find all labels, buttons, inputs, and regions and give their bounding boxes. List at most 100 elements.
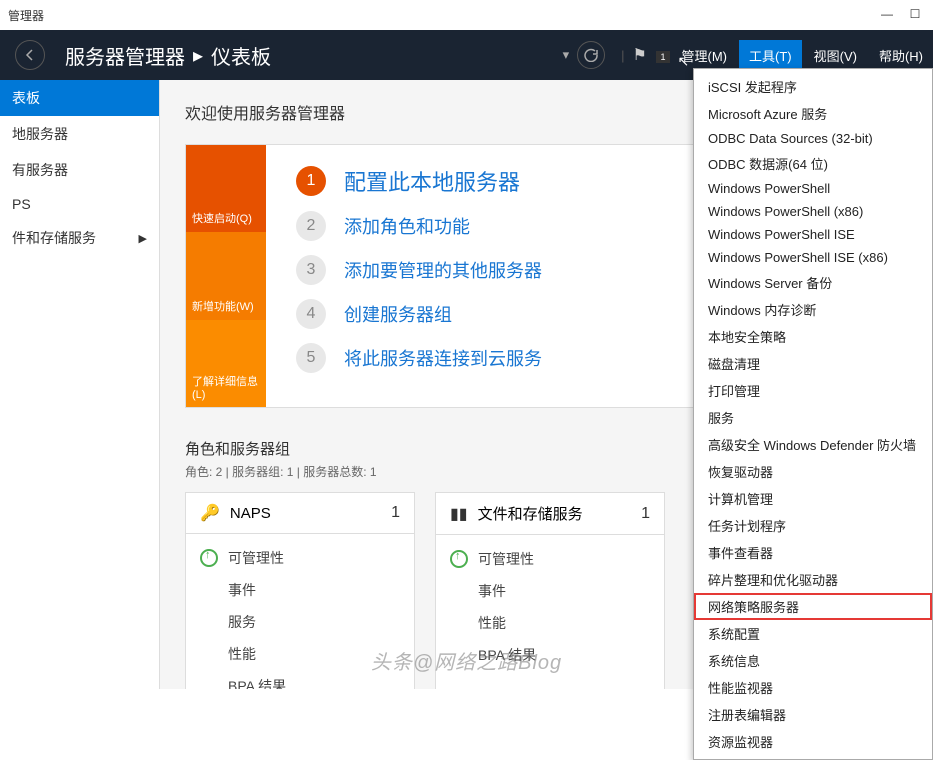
minimize-button[interactable]: — — [877, 4, 897, 24]
sidebar-item-local-server[interactable]: 地服务器 — [0, 116, 159, 152]
tools-item[interactable]: Windows PowerShell (x86) — [694, 200, 932, 223]
row-label: 性能 — [228, 644, 256, 664]
header-menu: ▾ | ⚑ ↖ 1 管理(M) 工具(T) 视图(V) 帮助(H) — [563, 40, 933, 71]
notif-count: 1 — [656, 51, 669, 63]
quick-start-tile[interactable]: 快速启动(Q) — [186, 145, 266, 232]
sidebar: 表板 地服务器 有服务器 PS 件和存储服务 ▶ — [0, 80, 160, 689]
row-label: BPA 结果 — [228, 676, 286, 689]
group-row[interactable]: 可管理性 — [200, 542, 400, 574]
group-row[interactable]: 事件 — [450, 575, 650, 607]
view-menu[interactable]: 视图(V) — [804, 40, 867, 71]
step-link[interactable]: 配置此本地服务器 — [344, 165, 520, 197]
step-link[interactable]: 将此服务器连接到云服务 — [344, 345, 542, 371]
tools-item[interactable]: 碎片整理和优化驱动器 — [694, 566, 932, 593]
sidebar-item-label: 有服务器 — [12, 160, 68, 180]
window-title: 管理器 — [8, 7, 44, 24]
group-header: 🔑 NAPS 1 — [186, 493, 414, 534]
sidebar-item-label: 件和存储服务 — [12, 228, 96, 248]
sidebar-item-label: 表板 — [12, 88, 40, 108]
step-number: 5 — [296, 343, 326, 373]
tools-item[interactable]: 系统信息 — [694, 647, 932, 674]
tools-item[interactable]: Microsoft Azure 服务 — [694, 100, 932, 127]
tools-item[interactable]: 系统配置 — [694, 620, 932, 647]
step-link[interactable]: 添加角色和功能 — [344, 213, 470, 239]
tools-item[interactable]: Windows PowerShell ISE (x86) — [694, 246, 932, 269]
row-label: 服务 — [228, 612, 256, 632]
group-row[interactable]: 事件 — [200, 574, 400, 606]
chevron-right-icon: ▶ — [139, 232, 147, 245]
tools-item[interactable]: Windows Server 备份 — [694, 269, 932, 296]
refresh-icon — [584, 48, 598, 62]
group-row[interactable]: BPA 结果 — [450, 639, 650, 671]
group-tile-storage[interactable]: ▮▮ 文件和存储服务 1 可管理性 事件 性能 BPA 结果 — [435, 492, 665, 689]
tools-item[interactable]: 资源监视器 — [694, 728, 932, 755]
step-link[interactable]: 创建服务器组 — [344, 301, 452, 327]
notifications[interactable]: ⚑ ↖ 1 — [633, 45, 670, 65]
tools-dropdown-menu: iSCSI 发起程序 Microsoft Azure 服务 ODBC Data … — [693, 68, 933, 760]
tools-item[interactable]: 性能监视器 — [694, 674, 932, 701]
quick-tiles: 快速启动(Q) 新增功能(W) 了解详细信息(L) — [186, 145, 266, 407]
back-button[interactable] — [15, 40, 45, 70]
step-link[interactable]: 添加要管理的其他服务器 — [344, 257, 542, 283]
group-row[interactable]: 服务 — [200, 606, 400, 638]
tools-item[interactable]: Windows 内存诊断 — [694, 296, 932, 323]
sidebar-item-dashboard[interactable]: 表板 — [0, 80, 159, 116]
group-tile-naps[interactable]: 🔑 NAPS 1 可管理性 事件 服务 性能 BPA 结果 — [185, 492, 415, 689]
app-title: 服务器管理器 — [65, 41, 185, 70]
tools-menu-button[interactable]: 工具(T) — [739, 40, 802, 71]
tools-item[interactable]: 任务计划程序 — [694, 512, 932, 539]
titlebar: 管理器 — ☐ — [0, 0, 933, 30]
step-number: 1 — [296, 166, 326, 196]
row-label: 可管理性 — [478, 549, 534, 569]
group-header: ▮▮ 文件和存储服务 1 — [436, 493, 664, 535]
tools-item[interactable]: Windows PowerShell — [694, 177, 932, 200]
group-row[interactable]: 可管理性 — [450, 543, 650, 575]
sidebar-item-ps[interactable]: PS — [0, 188, 159, 220]
tools-item[interactable]: ODBC 数据源(64 位) — [694, 150, 932, 177]
group-row[interactable]: BPA 结果 — [200, 670, 400, 689]
tools-item[interactable]: 打印管理 — [694, 377, 932, 404]
whats-new-tile[interactable]: 新增功能(W) — [186, 232, 266, 319]
step-number: 4 — [296, 299, 326, 329]
group-title: NAPS — [230, 505, 271, 522]
group-row[interactable]: 性能 — [450, 607, 650, 639]
tile-label: 快速启动(Q) — [192, 210, 252, 226]
tools-item[interactable]: ODBC Data Sources (32-bit) — [694, 127, 932, 150]
dropdown-icon[interactable]: ▾ — [563, 47, 570, 63]
tools-item[interactable]: Windows PowerShell ISE — [694, 223, 932, 246]
status-up-icon — [200, 549, 218, 567]
back-arrow-icon — [23, 48, 37, 62]
tools-item[interactable]: iSCSI 发起程序 — [694, 73, 932, 100]
row-label: BPA 结果 — [478, 645, 536, 665]
maximize-button[interactable]: ☐ — [905, 4, 925, 24]
sidebar-item-label: PS — [12, 196, 31, 212]
tools-item[interactable]: 本地安全策略 — [694, 323, 932, 350]
tools-item[interactable]: 恢复驱动器 — [694, 458, 932, 485]
tools-item[interactable]: 注册表编辑器 — [694, 701, 932, 728]
breadcrumb-separator: ▸ — [193, 43, 203, 68]
tools-item[interactable]: 磁盘清理 — [694, 350, 932, 377]
step-number: 3 — [296, 255, 326, 285]
manage-menu[interactable]: 管理(M) — [672, 40, 738, 71]
learn-more-tile[interactable]: 了解详细信息(L) — [186, 320, 266, 407]
row-label: 事件 — [228, 580, 256, 600]
group-row[interactable]: 性能 — [200, 638, 400, 670]
help-menu[interactable]: 帮助(H) — [869, 40, 933, 71]
status-up-icon — [450, 550, 468, 568]
group-count: 1 — [391, 504, 400, 522]
tools-item-nps[interactable]: 网络策略服务器 — [694, 593, 932, 620]
page-title: 仪表板 — [211, 41, 271, 70]
key-icon: 🔑 — [200, 503, 220, 523]
tools-item[interactable]: 高级安全 Windows Defender 防火墙 — [694, 431, 932, 458]
sidebar-item-all-servers[interactable]: 有服务器 — [0, 152, 159, 188]
flag-icon: ⚑ — [633, 47, 647, 64]
refresh-button[interactable] — [577, 41, 605, 69]
tools-item[interactable]: 服务 — [694, 404, 932, 431]
row-label: 可管理性 — [228, 548, 284, 568]
separator: | — [621, 48, 624, 63]
tools-item[interactable]: 事件查看器 — [694, 539, 932, 566]
sidebar-item-storage[interactable]: 件和存储服务 ▶ — [0, 220, 159, 256]
group-body: 可管理性 事件 服务 性能 BPA 结果 — [186, 534, 414, 689]
step-number: 2 — [296, 211, 326, 241]
tools-item[interactable]: 计算机管理 — [694, 485, 932, 512]
